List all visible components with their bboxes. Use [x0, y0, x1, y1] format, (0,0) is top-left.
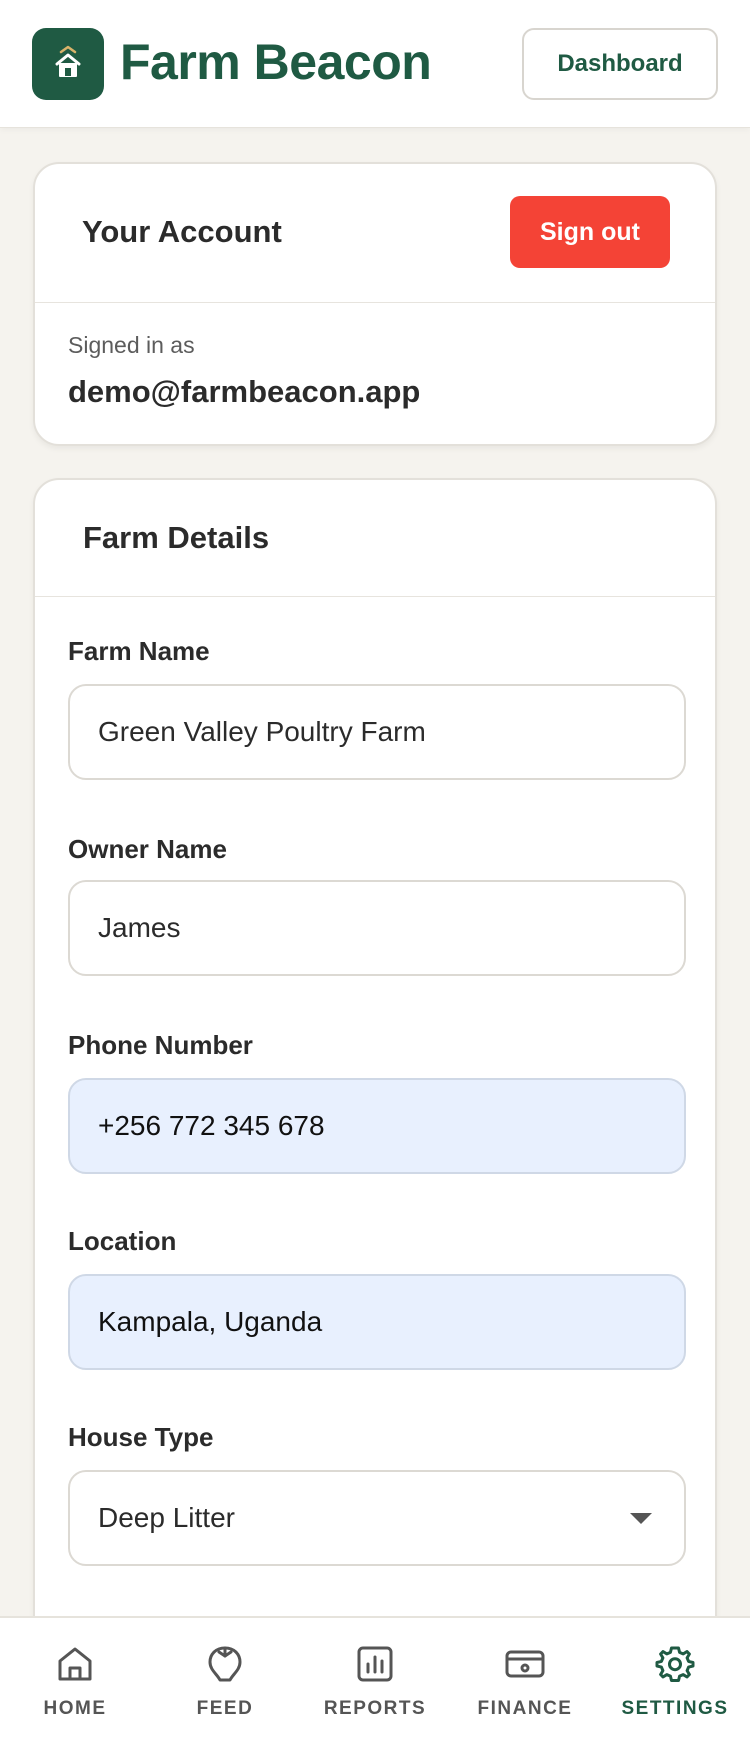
dashboard-button[interactable]: Dashboard [522, 28, 718, 100]
nav-label-settings: SETTINGS [621, 1698, 729, 1719]
sign-out-button[interactable]: Sign out [510, 196, 670, 268]
finance-icon [505, 1650, 545, 1678]
signed-in-label: Signed in as [68, 332, 195, 358]
nav-item-settings[interactable]: SETTINGS [600, 1618, 750, 1742]
owner-name-label: Owner Name [68, 834, 227, 864]
home-icon [58, 1647, 92, 1681]
farm-logo[interactable] [32, 28, 104, 100]
phone-number-label: Phone Number [68, 1030, 253, 1060]
app-header: Farm Beacon Dashboard [0, 0, 750, 128]
account-title: Your Account [82, 214, 282, 249]
signed-in-email: demo@farmbeacon.app [68, 374, 421, 409]
nav-item-feed[interactable]: FEED [150, 1618, 300, 1742]
feed-icon [208, 1646, 242, 1682]
house-type-label: House Type [68, 1422, 214, 1452]
nav-item-home[interactable]: HOME [0, 1618, 150, 1742]
farm-details-divider [35, 596, 715, 597]
nav-label-home: HOME [43, 1698, 107, 1719]
location-label: Location [68, 1226, 177, 1256]
brand-title: Farm Beacon [120, 34, 432, 90]
chevron-down-icon [630, 1512, 652, 1524]
nav-item-reports[interactable]: REPORTS [300, 1618, 450, 1742]
farm-details-title: Farm Details [83, 520, 270, 555]
account-divider [35, 302, 715, 303]
nav-item-finance[interactable]: FINANCE [450, 1618, 600, 1742]
farm-details-card: Farm Details Farm Name Owner Name Phone … [33, 478, 717, 1742]
farm-name-label: Farm Name [68, 636, 210, 666]
gear-icon [655, 1646, 695, 1682]
location-input[interactable] [68, 1274, 686, 1370]
nav-label-reports: REPORTS [323, 1698, 427, 1719]
farm-name-input[interactable] [68, 684, 686, 780]
phone-number-input[interactable] [68, 1078, 686, 1174]
nav-label-finance: FINANCE [477, 1698, 573, 1719]
account-card: Your Account Sign out Signed in as demo@… [33, 162, 717, 446]
bottom-nav: HOME FEED REPORTS FINANCE SETTINGS [0, 1616, 750, 1742]
reports-icon [357, 1646, 393, 1682]
nav-label-feed: FEED [196, 1698, 254, 1719]
house-type-select[interactable]: Deep Litter [68, 1470, 686, 1566]
house-type-value: Deep Litter [98, 1502, 235, 1533]
owner-name-input[interactable] [68, 880, 686, 976]
home-logo-icon [55, 45, 81, 77]
